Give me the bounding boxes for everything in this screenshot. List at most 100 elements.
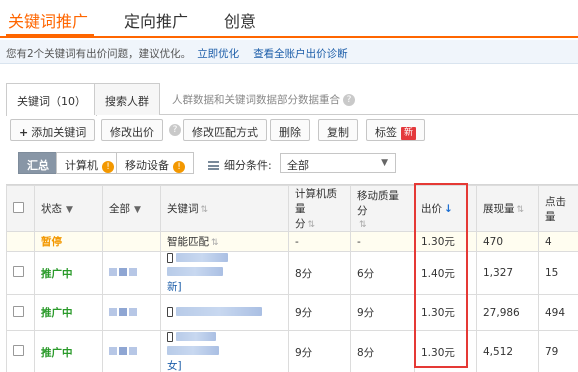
subtab-search-audience[interactable]: 搜索人群 [94, 83, 160, 115]
row-checkbox[interactable] [13, 266, 24, 277]
pc-quality-cell: 9分 [288, 330, 351, 372]
mobile-bars-cell [102, 251, 161, 295]
add-keyword-label: 添加关键词 [31, 126, 87, 139]
mobile-quality-header[interactable]: 移动质量分 ⇅ [350, 185, 415, 232]
status-cell: 推广中 [34, 330, 103, 372]
impressions-cell: 470 [476, 231, 539, 252]
status-cell: 推广中 [34, 251, 103, 295]
tab-keyword-promotion[interactable]: 关键词推广 [8, 8, 88, 32]
modify-match-button[interactable]: 修改匹配方式 [183, 119, 267, 141]
phone-icon [167, 306, 173, 317]
tag-button[interactable]: 标签新 [366, 119, 426, 141]
keyword-cell [160, 294, 289, 331]
modify-match-label: 修改匹配方式 [192, 126, 258, 139]
status-cell: 暂停 [34, 231, 103, 252]
sub-tabs: 关键词（10） 搜索人群 人群数据和关键词数据部分数据重合? [6, 83, 578, 116]
computer-tab[interactable]: 计算机! [56, 152, 123, 174]
clicks-cell: 494 [538, 294, 578, 331]
mobile-bars-cell [102, 294, 161, 331]
delete-label: 删除 [279, 126, 301, 139]
summary-label: 汇总 [27, 159, 49, 172]
status-active: 推广中 [41, 307, 73, 319]
phone-icon [167, 332, 173, 342]
bid-cell[interactable]: 1.40元 [414, 251, 477, 295]
notice-text: 您有2个关键词有出价问题，建议优化。 [6, 48, 192, 60]
add-keyword-button[interactable]: + 添加关键词 [10, 119, 96, 141]
row-checkbox[interactable] [13, 305, 24, 317]
bid-cell[interactable]: 1.30元 [414, 330, 477, 372]
overlap-note: 人群数据和关键词数据部分数据重合? [172, 92, 355, 107]
mobile-quality-cell: 6分 [350, 251, 415, 295]
subtab-keywords[interactable]: 关键词（10） [6, 83, 97, 116]
status-active: 推广中 [41, 267, 73, 280]
device-bars-icon [109, 267, 139, 279]
table-header-row: 状态 ▼ 全部 ▼ 关键词 ⇅ 计算机质量分 ⇅ 移动质量分 ⇅ 出价 ↓ 展现量 ⇅ 点击量 [6, 185, 578, 232]
status-header-label: 状态 [41, 203, 62, 215]
phone-icon [167, 253, 173, 263]
summary-tab[interactable]: 汇总 [18, 152, 58, 174]
segment-condition-label: 细分条件: [208, 157, 272, 173]
mobile-bars-cell [102, 231, 161, 252]
tab-creative[interactable]: 创意 [224, 8, 256, 32]
keyword-text[interactable]: 新] [167, 280, 282, 294]
mobile-device-tab[interactable]: 移动设备! [116, 152, 194, 174]
table-row: 推广中 9分 9分 1.30元 27,986 494 [6, 294, 578, 331]
all-filter-header[interactable]: 全部 ▼ [102, 185, 161, 232]
row-checkbox[interactable] [13, 345, 24, 356]
sort-icon: ⇅ [200, 205, 209, 215]
clicks-header[interactable]: 点击量 [538, 185, 578, 232]
sort-desc-icon: ↓ [444, 203, 453, 215]
segment-condition-value: 全部 [287, 159, 309, 172]
help-icon[interactable]: ? [343, 94, 355, 106]
pc-quality-header[interactable]: 计算机质量分 ⇅ [288, 185, 351, 232]
keyword-text[interactable]: 女] [167, 359, 282, 372]
segment-condition-select[interactable]: 全部 ▼ [280, 153, 396, 173]
table-row: 暂停 智能匹配 ⇅ - - 1.30元 470 4 [6, 231, 578, 252]
sort-icon: ⇅ [516, 205, 525, 215]
mobile-label: 移动设备 [125, 159, 169, 172]
keyword-text: 智能匹配 [167, 236, 209, 248]
new-badge: 新 [401, 127, 417, 140]
dropdown-arrow-icon: ▼ [134, 205, 141, 215]
impressions-header[interactable]: 展现量 ⇅ [476, 185, 539, 232]
bid-cell[interactable]: 1.30元 [414, 231, 477, 252]
table-row: 推广中 新] 8分 6分 1.40元 1,327 15 [6, 251, 578, 295]
mobile-quality-cell: - [350, 231, 415, 252]
blurred-keyword [167, 346, 219, 355]
segment-condition-text: 细分条件: [224, 159, 272, 172]
modify-bid-help-icon[interactable]: ? [169, 124, 181, 136]
plus-icon: + [19, 126, 29, 139]
filter-bar: 汇总 计算机! 移动设备! 细分条件: 全部 ▼ [0, 152, 578, 178]
tab-targeted-promotion[interactable]: 定向推广 [124, 8, 188, 32]
keyword-cell: 新] [160, 251, 289, 295]
sort-icon: ⇅ [359, 219, 367, 230]
select-all-checkbox[interactable] [13, 201, 24, 213]
device-bars-icon [109, 346, 139, 358]
blurred-keyword [176, 253, 228, 262]
warning-icon: ! [173, 161, 185, 173]
pc-quality-cell: 8分 [288, 251, 351, 295]
mobile-quality-cell: 9分 [350, 294, 415, 331]
keyword-header[interactable]: 关键词 ⇅ [160, 185, 289, 232]
delete-button[interactable]: 删除 [270, 119, 310, 141]
mobile-quality-header-label: 移动质量分 [357, 189, 399, 217]
bid-cell[interactable]: 1.30元 [414, 294, 477, 331]
bid-header[interactable]: 出价 ↓ [414, 185, 477, 232]
account-bid-diagnosis-link[interactable]: 查看全账户出价诊断 [253, 48, 348, 60]
all-filter-label: 全部 [109, 203, 130, 215]
status-header[interactable]: 状态 ▼ [34, 185, 103, 232]
pc-quality-cell: 9分 [288, 294, 351, 331]
blurred-keyword [176, 306, 262, 316]
row-checkbox-cell [6, 294, 35, 331]
active-tab-underline [6, 34, 94, 37]
status-active: 推广中 [41, 346, 73, 359]
keyword-header-label: 关键词 [167, 203, 199, 215]
subtab-audience-label: 搜索人群 [105, 95, 149, 108]
impressions-cell: 1,327 [476, 251, 539, 295]
copy-button[interactable]: 复制 [318, 119, 358, 141]
pc-quality-header-label: 计算机质量 [295, 188, 337, 215]
copy-label: 复制 [327, 126, 349, 139]
keyword-cell: 智能匹配 ⇅ [160, 231, 289, 252]
modify-bid-button[interactable]: 修改出价 [101, 119, 163, 141]
optimize-now-link[interactable]: 立即优化 [197, 48, 239, 60]
